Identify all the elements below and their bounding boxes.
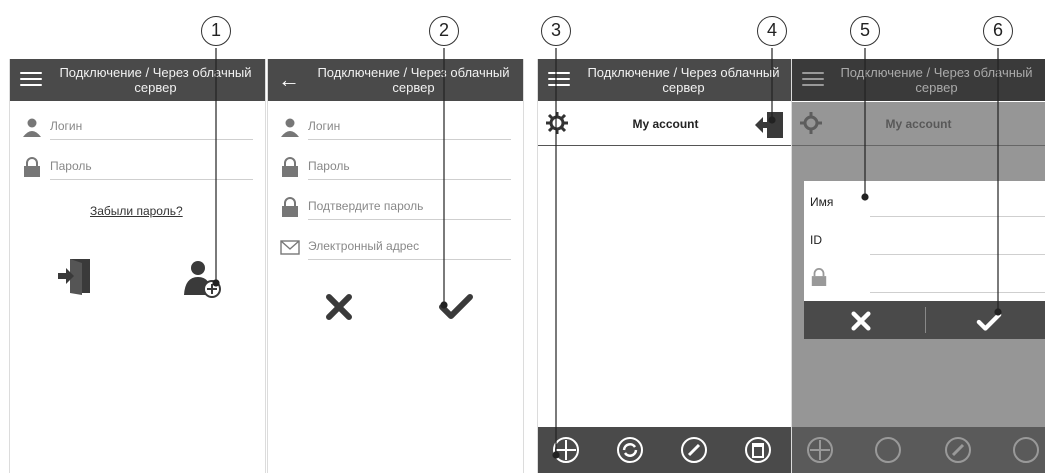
password-input[interactable] (870, 292, 1045, 293)
confirm-check-icon[interactable] (438, 292, 474, 322)
password-placeholder: Пароль (50, 159, 253, 180)
confirm-password-field[interactable]: Подтвердите пароль (280, 195, 511, 220)
app-header: Подключение / Через облачный сервер (538, 59, 793, 101)
name-label: Имя (810, 195, 834, 209)
add-user-icon[interactable] (182, 259, 222, 299)
app-header: ← Подключение / Через облачный сервер (268, 59, 523, 101)
account-bar: My account (538, 102, 793, 146)
add-account-screen: Подключение / Через облачный сервер My a… (791, 59, 1045, 473)
menu-icon[interactable] (20, 72, 42, 88)
header-title: Подключение / Через облачный сервер (59, 65, 252, 95)
email-field[interactable]: Электронный адрес (280, 235, 511, 260)
password-field[interactable]: Пароль (280, 155, 511, 180)
bottom-toolbar (792, 427, 1045, 473)
account-screen: Подключение / Через облачный сервер My a… (537, 59, 794, 473)
lock-icon (24, 157, 40, 177)
lock-icon (282, 197, 298, 217)
register-screen: ← Подключение / Через облачный сервер Ло… (267, 59, 524, 473)
id-input[interactable] (870, 254, 1045, 255)
bottom-toolbar (538, 427, 793, 473)
callout-5: 5 (850, 16, 880, 46)
callout-2: 2 (429, 16, 459, 46)
forgot-password-link[interactable]: Забыли пароль? (90, 204, 183, 218)
callout-3: 3 (541, 16, 571, 46)
callout-4: 4 (757, 16, 787, 46)
cancel-icon[interactable] (324, 292, 354, 322)
password-placeholder: Пароль (308, 159, 511, 180)
login-field[interactable]: Логин (280, 115, 511, 140)
login-placeholder: Логин (308, 119, 511, 140)
back-arrow-icon[interactable]: ← (278, 69, 300, 91)
login-field[interactable]: Логин (22, 115, 253, 140)
stage: Подключение / Через облачный сервер Логи… (0, 0, 1045, 473)
edit-icon[interactable] (680, 436, 708, 464)
trash-icon (1013, 437, 1039, 463)
confirm-password-placeholder: Подтвердите пароль (308, 199, 511, 220)
user-icon (23, 118, 41, 137)
add-account-dialog: Имя ID (804, 181, 1045, 339)
header-title: Подключение / Через облачный сервер (317, 65, 510, 95)
name-row[interactable]: Имя (810, 187, 1045, 217)
dialog-actions (804, 301, 1045, 339)
login-screen: Подключение / Через облачный сервер Логи… (9, 59, 266, 473)
id-label: ID (810, 233, 822, 247)
menu-icon (802, 72, 824, 88)
add-icon[interactable] (552, 436, 580, 464)
header-title: Подключение / Через облачный сервер (840, 65, 1033, 95)
app-header: Подключение / Через облачный сервер (792, 59, 1045, 101)
refresh-icon[interactable] (616, 436, 644, 464)
email-placeholder: Электронный адрес (308, 239, 511, 260)
user-icon (281, 118, 299, 137)
app-header: Подключение / Через облачный сервер (10, 59, 265, 101)
refresh-icon (875, 437, 901, 463)
name-input[interactable] (870, 216, 1045, 217)
envelope-icon (280, 240, 300, 255)
trash-icon[interactable] (744, 436, 772, 464)
password-row[interactable] (810, 263, 1045, 293)
lock-icon (282, 157, 298, 177)
callout-1: 1 (201, 16, 231, 46)
confirm-check-icon[interactable] (976, 311, 1002, 333)
password-field[interactable]: Пароль (22, 155, 253, 180)
edit-icon (945, 437, 971, 463)
actions-divider (925, 307, 926, 333)
logout-icon[interactable] (755, 112, 783, 138)
sign-in-icon[interactable] (56, 257, 92, 295)
cancel-icon[interactable] (850, 310, 872, 332)
callout-6: 6 (983, 16, 1013, 46)
header-title: Подключение / Через облачный сервер (587, 65, 780, 95)
add-icon (807, 437, 833, 463)
menu-icon[interactable] (548, 72, 570, 88)
id-row[interactable]: ID (810, 225, 1045, 255)
lock-icon (811, 268, 827, 286)
login-placeholder: Логин (50, 119, 253, 140)
